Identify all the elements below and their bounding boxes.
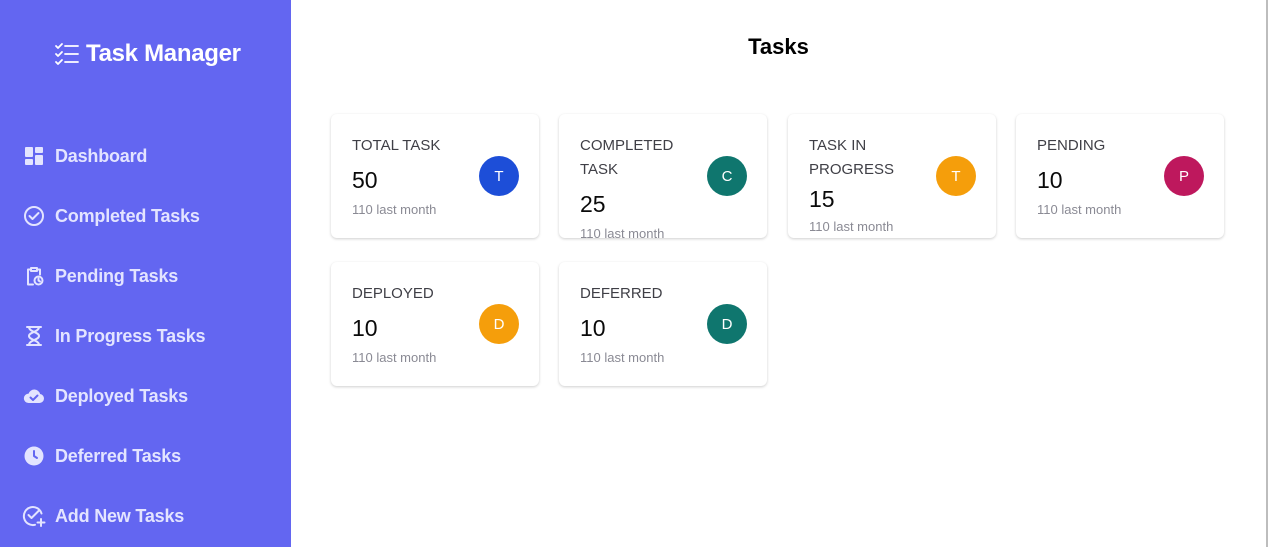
card-label: TASK IN PROGRESS bbox=[809, 137, 895, 178]
card-subtext: 110 last month bbox=[1037, 202, 1122, 217]
app-root: Task Manager Dashboard Completed Tasks P… bbox=[0, 0, 1268, 547]
clock-icon bbox=[22, 444, 46, 468]
stat-card-deferred: DEFERRED 10 110 last month D bbox=[559, 262, 767, 386]
dashboard-icon bbox=[22, 144, 46, 168]
sidebar-item-in-progress-tasks[interactable]: In Progress Tasks bbox=[22, 320, 206, 352]
sidebar-item-label: Completed Tasks bbox=[55, 205, 200, 226]
card-label: PENDING bbox=[1037, 137, 1106, 154]
brand-title: Task Manager bbox=[86, 40, 241, 67]
sidebar-item-label: Deployed Tasks bbox=[55, 385, 188, 406]
check-add-icon bbox=[22, 504, 46, 528]
stat-card-pending: PENDING 10 110 last month P bbox=[1016, 114, 1224, 238]
clipboard-clock-icon bbox=[22, 264, 46, 288]
sidebar-item-completed-tasks[interactable]: Completed Tasks bbox=[22, 200, 205, 232]
brand[interactable]: Task Manager bbox=[54, 38, 241, 70]
hourglass-icon bbox=[22, 324, 46, 348]
stat-card-deployed: DEPLOYED 10 110 last month D bbox=[331, 262, 539, 386]
stat-card-task-in-progress: TASK IN PROGRESS 15 110 last month T bbox=[788, 114, 996, 238]
sidebar: Task Manager Dashboard Completed Tasks P… bbox=[0, 0, 291, 547]
avatar: D bbox=[707, 304, 747, 344]
stat-card-total-task: TOTAL TASK 50 110 last month T bbox=[331, 114, 539, 238]
cloud-check-icon bbox=[22, 384, 46, 408]
sidebar-item-label: Add New Tasks bbox=[55, 505, 185, 526]
avatar: C bbox=[707, 156, 747, 196]
avatar: P bbox=[1164, 156, 1204, 196]
checklist-icon bbox=[54, 41, 80, 67]
card-subtext: 110 last month bbox=[580, 350, 665, 365]
card-subtext: 110 last month bbox=[352, 350, 437, 365]
sidebar-item-label: Pending Tasks bbox=[55, 265, 179, 286]
main-content: Tasks TOTAL TASK 50 110 last month T COM… bbox=[291, 0, 1268, 547]
page-title: Tasks bbox=[748, 34, 809, 59]
avatar: T bbox=[479, 156, 519, 196]
card-label: DEFERRED bbox=[580, 285, 663, 302]
card-label: TOTAL TASK bbox=[352, 137, 441, 154]
card-label: COMPLETED TASK bbox=[580, 137, 674, 178]
sidebar-item-pending-tasks[interactable]: Pending Tasks bbox=[22, 260, 205, 292]
card-subtext: 110 last month bbox=[580, 226, 665, 241]
sidebar-item-dashboard[interactable]: Dashboard bbox=[22, 140, 205, 172]
sidebar-nav: Dashboard Completed Tasks Pending Tasks … bbox=[22, 140, 206, 547]
sidebar-item-add-new-tasks[interactable]: Add New Tasks bbox=[22, 500, 205, 532]
sidebar-item-deployed-tasks[interactable]: Deployed Tasks bbox=[22, 380, 205, 412]
avatar: T bbox=[936, 156, 976, 196]
check-circle-icon bbox=[22, 204, 46, 228]
sidebar-item-deferred-tasks[interactable]: Deferred Tasks bbox=[22, 440, 205, 472]
avatar: D bbox=[479, 304, 519, 344]
card-label: DEPLOYED bbox=[352, 285, 434, 302]
sidebar-item-label: Deferred Tasks bbox=[55, 445, 181, 466]
stat-card-completed-task: COMPLETED TASK 25 110 last month C bbox=[559, 114, 767, 241]
card-subtext: 110 last month bbox=[809, 219, 894, 234]
card-subtext: 110 last month bbox=[352, 202, 437, 217]
sidebar-item-label: Dashboard bbox=[55, 145, 148, 166]
sidebar-item-label: In Progress Tasks bbox=[55, 325, 206, 346]
